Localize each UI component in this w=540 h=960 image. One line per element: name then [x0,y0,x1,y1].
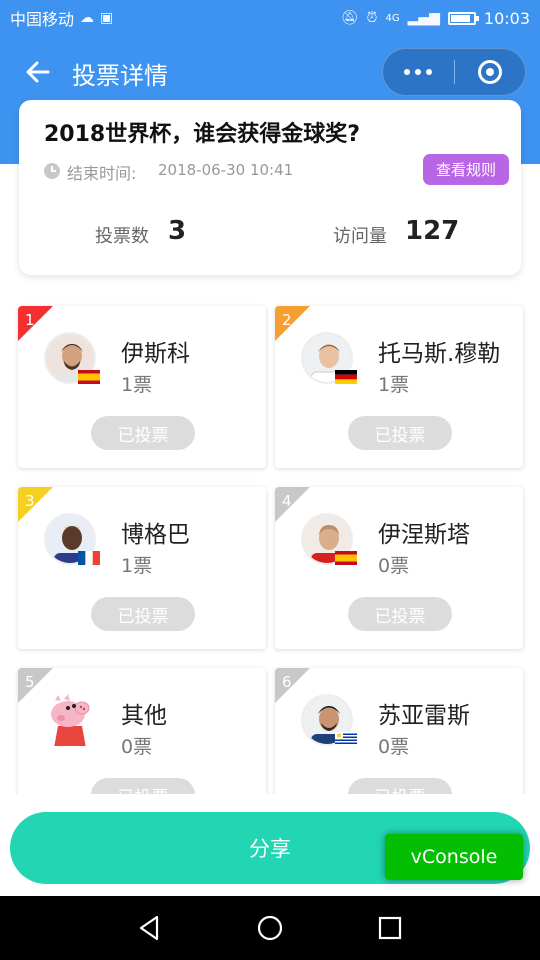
vote-title: 2018世界杯，谁会获得金球奖? [44,122,360,147]
spain-flag-icon [335,551,357,565]
uruguay-flag-icon [335,732,357,746]
peppa-pig-avatar [44,694,96,746]
alarm-icon: ⏰︎ [366,10,378,26]
candidate-name: 博格巴 [121,522,190,548]
vote-count-label: 投票数 [95,226,149,247]
more-dots-icon [404,69,411,75]
candidate-name: 伊斯科 [121,341,190,367]
vconsole-button[interactable]: vConsole [385,834,523,880]
back-button[interactable] [18,52,58,92]
notification-icon: ▣ [100,10,114,26]
candidate-card[interactable]: 1 伊斯科 1票 已投票 [18,306,266,468]
view-rules-button[interactable]: 查看规则 [423,154,509,185]
candidate-grid: 1 伊斯科 1票 已投票 2 托马斯.穆勒 1票 已投票 3 博格巴 1票 已投… [0,296,540,794]
close-mini-program-button[interactable] [455,49,526,95]
candidate-card[interactable]: 5 其他 0票 已投票 [18,668,266,794]
germany-flag-icon [335,370,357,384]
france-flag-icon [78,551,100,565]
rank-number: 1 [25,311,35,329]
voted-button[interactable]: 已投票 [348,597,452,631]
candidate-card[interactable]: 2 托马斯.穆勒 1票 已投票 [275,306,523,468]
voted-button[interactable]: 已投票 [348,778,452,794]
candidate-votes: 0票 [121,736,153,758]
vote-count-value: 3 [168,216,187,246]
mute-icon: 🔕︎ [340,10,359,26]
rank-badge [275,306,310,341]
voted-button[interactable]: 已投票 [91,597,195,631]
rank-badge [18,306,53,341]
vote-info-card: 2018世界杯，谁会获得金球奖? 结束时间: 2018-06-30 10:41 … [19,100,521,275]
rank-number: 6 [282,673,292,691]
visit-count-value: 127 [405,216,460,246]
rank-number: 5 [25,673,35,691]
candidate-card[interactable]: 6 苏亚雷斯 0票 已投票 [275,668,523,794]
system-back-button[interactable] [130,908,170,948]
more-button[interactable] [383,49,454,95]
square-recents-icon [378,916,402,940]
candidate-name: 苏亚雷斯 [378,703,470,729]
voted-button[interactable]: 已投票 [91,416,195,450]
system-navigation-bar [0,896,540,960]
status-bar: 中国移动 ☁ ▣ 🔕︎ ⏰︎ 4G ▂▄▆ 10:03 [0,0,540,36]
rank-badge [18,487,53,522]
system-recents-button[interactable] [370,908,410,948]
clock-time: 10:03 [483,8,530,28]
candidate-votes: 1票 [121,374,153,396]
triangle-back-icon [139,915,159,941]
visit-count-label: 访问量 [333,226,387,247]
cloud-icon: ☁ [80,10,95,26]
spain-flag-icon [78,370,100,384]
rank-badge [275,668,310,703]
candidate-card[interactable]: 4 伊涅斯塔 0票 已投票 [275,487,523,649]
page-title: 投票详情 [72,62,168,90]
rank-number: 4 [282,492,292,510]
clock-icon [44,163,60,179]
navigation-bar: 投票详情 [0,36,540,108]
candidate-votes: 0票 [378,736,410,758]
voted-button[interactable]: 已投票 [91,778,195,794]
battery-icon [447,11,479,25]
candidate-name: 伊涅斯塔 [378,522,470,548]
voted-button[interactable]: 已投票 [348,416,452,450]
system-home-button[interactable] [250,908,290,948]
network-label: 4G [385,12,400,24]
candidate-votes: 0票 [378,555,410,577]
carrier-label: 中国移动 [10,10,75,29]
end-time-label: 结束时间: [67,164,137,183]
candidate-card[interactable]: 3 博格巴 1票 已投票 [18,487,266,649]
back-arrow-icon [26,61,50,83]
signal-icon: ▂▄▆ [407,10,440,26]
rank-number: 2 [282,311,292,329]
candidate-name: 其他 [121,703,167,729]
target-icon [477,60,502,84]
mini-program-capsule [382,48,526,96]
circle-home-icon [257,915,283,941]
rank-badge [275,487,310,522]
candidate-name: 托马斯.穆勒 [378,341,501,367]
candidate-votes: 1票 [378,374,410,396]
end-time-value: 2018-06-30 10:41 [158,161,294,179]
rank-number: 3 [25,492,35,510]
candidate-votes: 1票 [121,555,153,577]
